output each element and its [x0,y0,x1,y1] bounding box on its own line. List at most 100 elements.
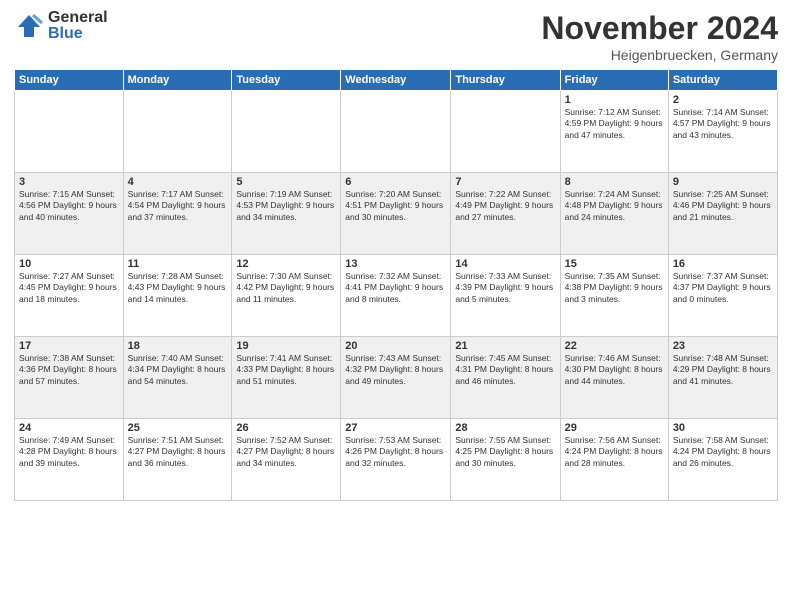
month-title: November 2024 [541,10,778,47]
header-thursday: Thursday [451,70,560,91]
table-row: 30Sunrise: 7:58 AM Sunset: 4:24 PM Dayli… [668,419,777,501]
day-info: Sunrise: 7:48 AM Sunset: 4:29 PM Dayligh… [673,353,773,387]
day-number: 25 [128,422,228,434]
table-row: 27Sunrise: 7:53 AM Sunset: 4:26 PM Dayli… [341,419,451,501]
day-info: Sunrise: 7:58 AM Sunset: 4:24 PM Dayligh… [673,435,773,469]
table-row: 23Sunrise: 7:48 AM Sunset: 4:29 PM Dayli… [668,337,777,419]
day-info: Sunrise: 7:32 AM Sunset: 4:41 PM Dayligh… [345,271,446,305]
day-info: Sunrise: 7:43 AM Sunset: 4:32 PM Dayligh… [345,353,446,387]
table-row: 24Sunrise: 7:49 AM Sunset: 4:28 PM Dayli… [15,419,124,501]
day-number: 28 [455,422,555,434]
week-row-4: 17Sunrise: 7:38 AM Sunset: 4:36 PM Dayli… [15,337,778,419]
calendar: Sunday Monday Tuesday Wednesday Thursday… [14,69,778,501]
day-info: Sunrise: 7:12 AM Sunset: 4:59 PM Dayligh… [565,107,664,141]
week-row-2: 3Sunrise: 7:15 AM Sunset: 4:56 PM Daylig… [15,173,778,255]
day-info: Sunrise: 7:25 AM Sunset: 4:46 PM Dayligh… [673,189,773,223]
day-number: 11 [128,258,228,270]
table-row [451,91,560,173]
table-row: 11Sunrise: 7:28 AM Sunset: 4:43 PM Dayli… [123,255,232,337]
table-row [232,91,341,173]
table-row: 22Sunrise: 7:46 AM Sunset: 4:30 PM Dayli… [560,337,668,419]
day-number: 15 [565,258,664,270]
day-info: Sunrise: 7:27 AM Sunset: 4:45 PM Dayligh… [19,271,119,305]
week-row-5: 24Sunrise: 7:49 AM Sunset: 4:28 PM Dayli… [15,419,778,501]
location: Heigenbruecken, Germany [541,47,778,63]
header: General Blue November 2024 Heigenbruecke… [14,10,778,63]
table-row: 10Sunrise: 7:27 AM Sunset: 4:45 PM Dayli… [15,255,124,337]
table-row: 8Sunrise: 7:24 AM Sunset: 4:48 PM Daylig… [560,173,668,255]
table-row: 6Sunrise: 7:20 AM Sunset: 4:51 PM Daylig… [341,173,451,255]
table-row: 20Sunrise: 7:43 AM Sunset: 4:32 PM Dayli… [341,337,451,419]
day-number: 23 [673,340,773,352]
table-row: 25Sunrise: 7:51 AM Sunset: 4:27 PM Dayli… [123,419,232,501]
table-row: 26Sunrise: 7:52 AM Sunset: 4:27 PM Dayli… [232,419,341,501]
day-info: Sunrise: 7:55 AM Sunset: 4:25 PM Dayligh… [455,435,555,469]
header-sunday: Sunday [15,70,124,91]
day-number: 7 [455,176,555,188]
table-row: 16Sunrise: 7:37 AM Sunset: 4:37 PM Dayli… [668,255,777,337]
day-number: 5 [236,176,336,188]
title-block: November 2024 Heigenbruecken, Germany [541,10,778,63]
table-row: 1Sunrise: 7:12 AM Sunset: 4:59 PM Daylig… [560,91,668,173]
table-row: 14Sunrise: 7:33 AM Sunset: 4:39 PM Dayli… [451,255,560,337]
day-number: 29 [565,422,664,434]
day-info: Sunrise: 7:20 AM Sunset: 4:51 PM Dayligh… [345,189,446,223]
logo: General Blue [14,10,108,42]
day-info: Sunrise: 7:52 AM Sunset: 4:27 PM Dayligh… [236,435,336,469]
day-number: 16 [673,258,773,270]
table-row: 5Sunrise: 7:19 AM Sunset: 4:53 PM Daylig… [232,173,341,255]
day-number: 22 [565,340,664,352]
header-saturday: Saturday [668,70,777,91]
week-row-1: 1Sunrise: 7:12 AM Sunset: 4:59 PM Daylig… [15,91,778,173]
day-info: Sunrise: 7:28 AM Sunset: 4:43 PM Dayligh… [128,271,228,305]
day-info: Sunrise: 7:35 AM Sunset: 4:38 PM Dayligh… [565,271,664,305]
day-number: 10 [19,258,119,270]
logo-icon [14,11,44,41]
day-number: 3 [19,176,119,188]
table-row: 12Sunrise: 7:30 AM Sunset: 4:42 PM Dayli… [232,255,341,337]
day-info: Sunrise: 7:56 AM Sunset: 4:24 PM Dayligh… [565,435,664,469]
day-number: 20 [345,340,446,352]
table-row: 3Sunrise: 7:15 AM Sunset: 4:56 PM Daylig… [15,173,124,255]
day-number: 19 [236,340,336,352]
day-info: Sunrise: 7:24 AM Sunset: 4:48 PM Dayligh… [565,189,664,223]
table-row: 2Sunrise: 7:14 AM Sunset: 4:57 PM Daylig… [668,91,777,173]
day-number: 17 [19,340,119,352]
day-info: Sunrise: 7:49 AM Sunset: 4:28 PM Dayligh… [19,435,119,469]
table-row: 28Sunrise: 7:55 AM Sunset: 4:25 PM Dayli… [451,419,560,501]
day-info: Sunrise: 7:14 AM Sunset: 4:57 PM Dayligh… [673,107,773,141]
day-number: 21 [455,340,555,352]
header-tuesday: Tuesday [232,70,341,91]
week-row-3: 10Sunrise: 7:27 AM Sunset: 4:45 PM Dayli… [15,255,778,337]
logo-general: General [48,10,108,26]
table-row: 13Sunrise: 7:32 AM Sunset: 4:41 PM Dayli… [341,255,451,337]
day-info: Sunrise: 7:38 AM Sunset: 4:36 PM Dayligh… [19,353,119,387]
day-info: Sunrise: 7:41 AM Sunset: 4:33 PM Dayligh… [236,353,336,387]
logo-blue: Blue [48,26,108,42]
day-info: Sunrise: 7:51 AM Sunset: 4:27 PM Dayligh… [128,435,228,469]
day-number: 24 [19,422,119,434]
table-row: 18Sunrise: 7:40 AM Sunset: 4:34 PM Dayli… [123,337,232,419]
table-row: 4Sunrise: 7:17 AM Sunset: 4:54 PM Daylig… [123,173,232,255]
table-row: 21Sunrise: 7:45 AM Sunset: 4:31 PM Dayli… [451,337,560,419]
table-row: 29Sunrise: 7:56 AM Sunset: 4:24 PM Dayli… [560,419,668,501]
day-info: Sunrise: 7:30 AM Sunset: 4:42 PM Dayligh… [236,271,336,305]
day-number: 18 [128,340,228,352]
table-row [123,91,232,173]
table-row: 9Sunrise: 7:25 AM Sunset: 4:46 PM Daylig… [668,173,777,255]
day-number: 26 [236,422,336,434]
day-info: Sunrise: 7:40 AM Sunset: 4:34 PM Dayligh… [128,353,228,387]
day-info: Sunrise: 7:15 AM Sunset: 4:56 PM Dayligh… [19,189,119,223]
day-number: 12 [236,258,336,270]
header-wednesday: Wednesday [341,70,451,91]
day-number: 9 [673,176,773,188]
table-row [341,91,451,173]
day-number: 1 [565,94,664,106]
header-friday: Friday [560,70,668,91]
day-info: Sunrise: 7:37 AM Sunset: 4:37 PM Dayligh… [673,271,773,305]
day-number: 27 [345,422,446,434]
page: General Blue November 2024 Heigenbruecke… [0,0,792,612]
day-info: Sunrise: 7:46 AM Sunset: 4:30 PM Dayligh… [565,353,664,387]
day-number: 30 [673,422,773,434]
day-number: 4 [128,176,228,188]
